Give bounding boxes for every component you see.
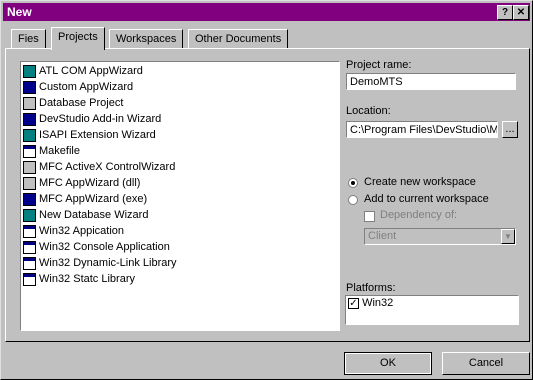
win32-app-icon — [23, 224, 36, 238]
chevron-down-icon: ▼ — [501, 229, 515, 244]
tab-other-documents[interactable]: Other Documents — [188, 29, 289, 49]
check-icon[interactable]: ✓ — [348, 297, 359, 309]
ok-button[interactable]: OK — [344, 352, 432, 375]
dependency-checkbox[interactable] — [364, 211, 375, 222]
new-dialog: New ? ✕ Fies Projects Workspaces Other D… — [0, 0, 533, 380]
addin-icon — [23, 112, 36, 126]
help-button[interactable]: ? — [497, 5, 513, 20]
create-new-workspace-label: Create new workspace — [364, 176, 476, 188]
atl-icon — [23, 64, 36, 78]
custom-appwizard-icon — [23, 80, 36, 94]
activex-icon — [23, 160, 36, 174]
list-item[interactable]: ATL COM AppWizard — [23, 63, 143, 79]
platforms-label: Platforms: — [346, 282, 396, 294]
project-name-label: Project rame: — [346, 59, 412, 71]
tab-workspaces[interactable]: Workspaces — [109, 29, 184, 49]
list-item[interactable]: Win32 Appication — [23, 223, 124, 239]
title-bar[interactable]: New ? ✕ — [3, 3, 530, 21]
add-to-current-workspace-radio[interactable] — [348, 195, 358, 205]
add-to-current-workspace-label: Add to current workspace — [364, 193, 489, 205]
platforms-list[interactable]: ✓ Win32 — [345, 295, 519, 325]
create-new-workspace-radio[interactable] — [348, 178, 358, 188]
list-item[interactable]: MFC ActiveX ControlWizard — [23, 159, 175, 175]
list-item[interactable]: MFC AppWizard (exe) — [23, 191, 147, 207]
location-label: Location: — [346, 105, 391, 117]
mfc-exe-icon — [23, 192, 36, 206]
isapi-icon — [23, 128, 36, 142]
makefile-icon — [23, 144, 36, 158]
dependency-value: Client — [368, 230, 397, 242]
dependency-label: Dependency of: — [380, 209, 458, 221]
cancel-button[interactable]: Cancel — [442, 352, 530, 375]
list-item[interactable]: Win32 Statc Library — [23, 271, 135, 287]
location-field[interactable]: C:\Program Files\DevStudio\My — [346, 121, 498, 138]
console-icon — [23, 240, 36, 254]
window-title: New — [7, 5, 32, 19]
list-item[interactable]: Custom AppWizard — [23, 79, 133, 95]
list-item[interactable]: Makefile — [23, 143, 80, 159]
close-button[interactable]: ✕ — [513, 5, 529, 20]
tab-projects[interactable]: Projects — [51, 27, 105, 50]
project-name-field[interactable]: DemoMTS — [346, 73, 516, 90]
list-item[interactable]: ✓ Win32 — [348, 297, 393, 309]
list-item[interactable]: New Database Wizard — [23, 207, 148, 223]
dependency-select[interactable]: Client ▼ — [364, 228, 516, 245]
project-type-list[interactable]: ATL COM AppWizard Custom AppWizard Datab… — [20, 61, 340, 331]
list-item[interactable]: DevStudio Add-in Wizard — [23, 111, 161, 127]
list-item[interactable]: ISAPI Extension Wizard — [23, 127, 156, 143]
database-icon — [23, 96, 36, 110]
static-lib-icon — [23, 272, 36, 286]
browse-button[interactable]: ... — [502, 121, 518, 138]
list-item[interactable]: MFC AppWizard (dll) — [23, 175, 140, 191]
list-item[interactable]: Win32 Dynamic-Link Library — [23, 255, 177, 271]
mfc-dll-icon — [23, 176, 36, 190]
new-db-icon — [23, 208, 36, 222]
tab-files[interactable]: Fies — [11, 29, 46, 49]
dll-icon — [23, 256, 36, 270]
list-item[interactable]: Win32 Console Application — [23, 239, 170, 255]
list-item[interactable]: Database Project — [23, 95, 123, 111]
